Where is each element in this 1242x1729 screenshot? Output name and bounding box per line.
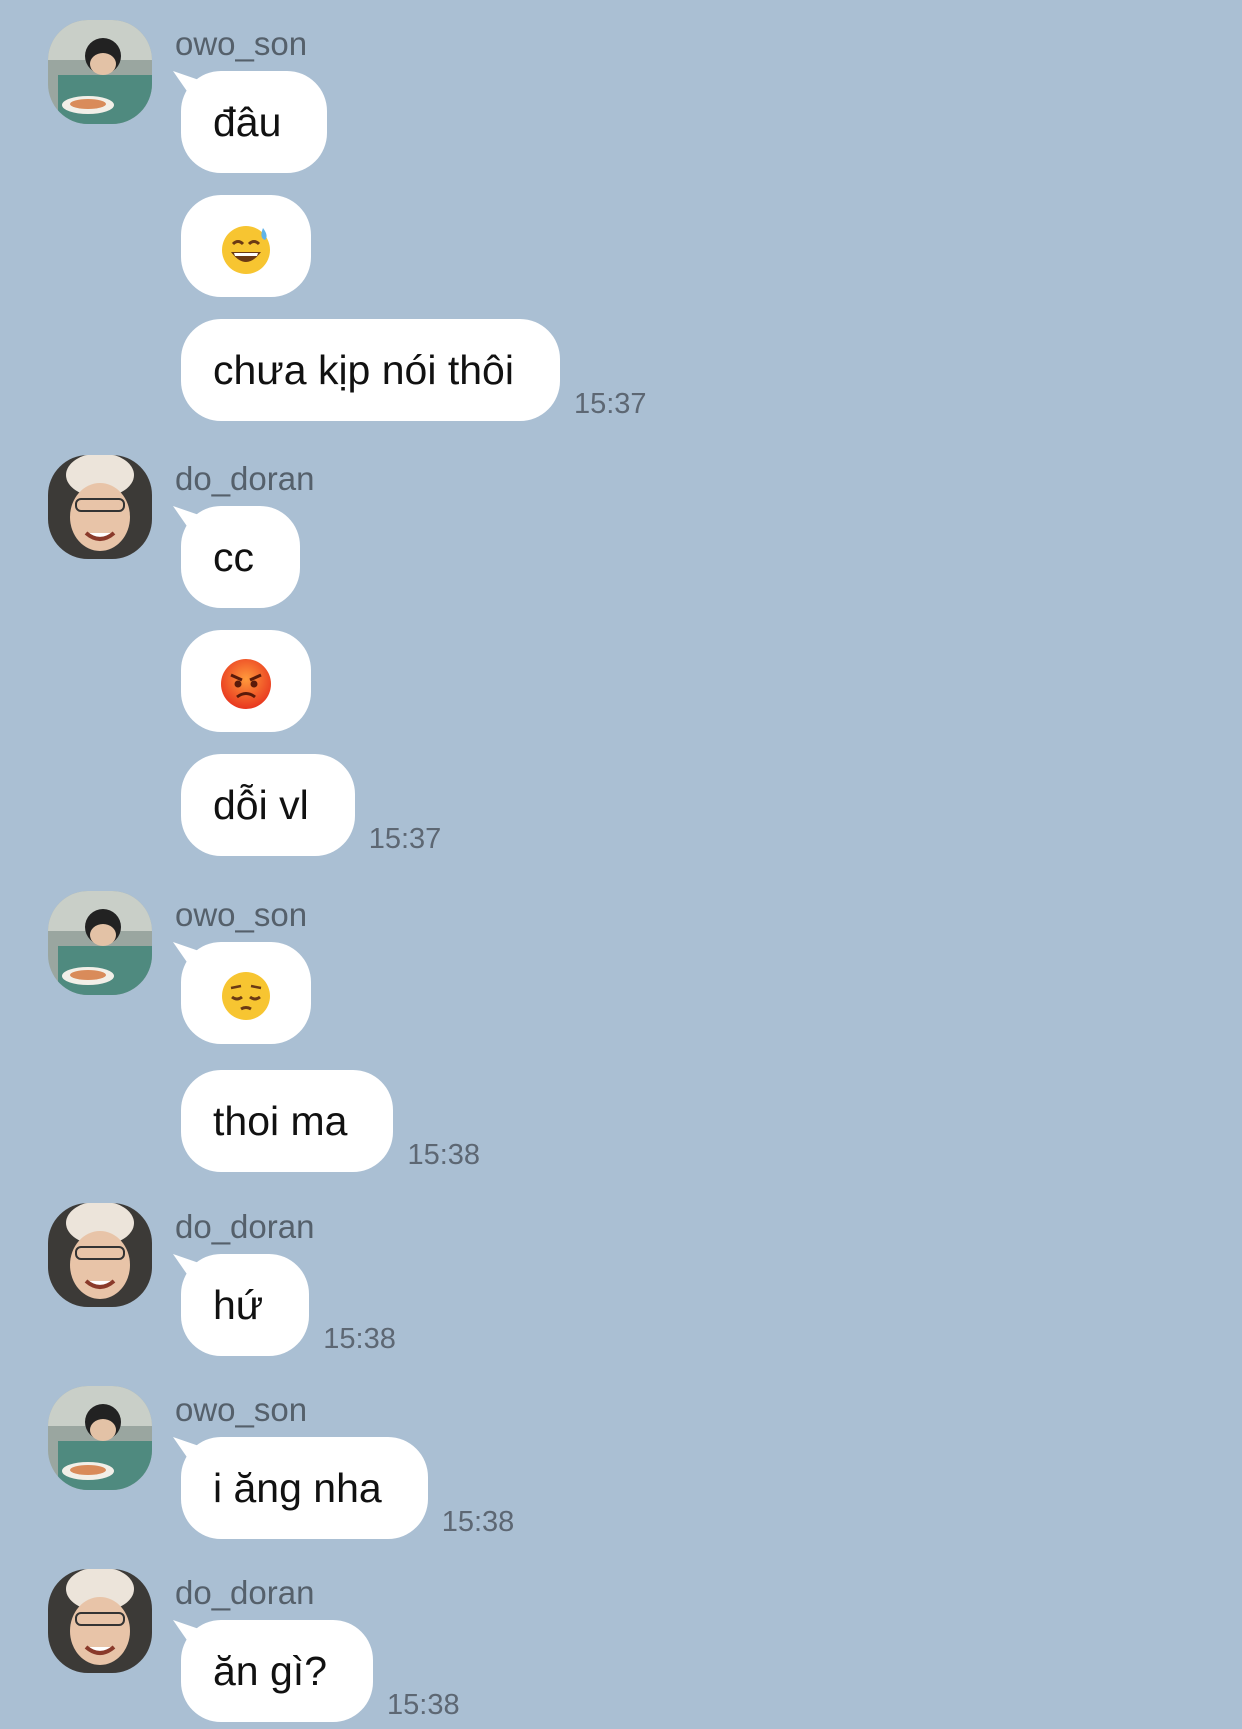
owo-son-avatar[interactable] [48, 1386, 152, 1490]
sender-name: do_doran [175, 1208, 315, 1245]
message-text: thoi ma [213, 1098, 348, 1144]
message-timestamp: 15:38 [323, 1323, 396, 1355]
message-text: chưa kịp nói thôi [213, 347, 514, 393]
message-timestamp: 15:38 [441, 1506, 515, 1538]
do-doran-avatar[interactable] [48, 455, 152, 559]
message-text: hứ [213, 1282, 264, 1328]
message-bubble[interactable] [173, 942, 311, 1044]
message-bubble[interactable]: chưa kịp nói thôi [181, 319, 560, 421]
owo-son-avatar[interactable] [48, 891, 152, 995]
message-text: i ăng nha [213, 1465, 382, 1511]
owo-son-avatar[interactable] [48, 20, 152, 124]
message-text: dỗi vl [213, 782, 309, 828]
message-row [181, 195, 311, 297]
bubble-tail [173, 1620, 203, 1646]
message-text: cc [213, 534, 254, 580]
bubble-tail [173, 1254, 203, 1280]
message-bubble[interactable] [181, 630, 311, 732]
message-row: chưa kịp nói thôi 15:37 [181, 319, 647, 421]
message-row: i ăng nha 15:38 [173, 1437, 515, 1539]
message-bubble[interactable] [181, 195, 311, 297]
message-timestamp: 15:38 [387, 1689, 460, 1721]
message-bubble[interactable]: i ăng nha [173, 1437, 428, 1539]
message-timestamp: 15:38 [407, 1139, 481, 1171]
angry-face-icon [221, 659, 271, 710]
message-bubble[interactable]: dỗi vl [181, 754, 355, 856]
sender-name: do_doran [175, 460, 315, 497]
message-timestamp: 15:37 [573, 388, 647, 420]
sender-name: do_doran [175, 1574, 315, 1611]
message-text: ăn gì? [213, 1648, 327, 1694]
do-doran-avatar[interactable] [48, 1569, 152, 1673]
chat-message-list[interactable]: owo_son đâu chưa kịp nói thôi 15:37 do_do… [0, 0, 1242, 1729]
message-bubble[interactable]: ăn gì? [173, 1620, 373, 1722]
sender-name: owo_son [175, 1391, 308, 1428]
message-row: dỗi vl 15:37 [181, 754, 441, 856]
message-bubble[interactable]: đâu [173, 71, 328, 173]
message-row: hứ 15:38 [173, 1254, 396, 1356]
message-bubble[interactable]: cc [173, 506, 300, 608]
message-row [173, 942, 311, 1044]
message-text: đâu [213, 99, 282, 145]
message-bubble[interactable]: thoi ma [181, 1070, 394, 1172]
bubble-tail [173, 1437, 203, 1463]
bubble-tail [173, 942, 203, 968]
message-bubble[interactable]: hứ [173, 1254, 310, 1356]
message-row: cc [173, 506, 300, 608]
pensive-face-icon [222, 972, 270, 1021]
sender-name: owo_son [175, 25, 308, 62]
sender-name: owo_son [175, 896, 308, 933]
message-timestamp: 15:37 [368, 823, 442, 855]
grinning-sweat-face-icon [222, 226, 270, 275]
message-row: đâu [173, 71, 328, 173]
message-row: thoi ma 15:38 [181, 1070, 480, 1172]
bubble-tail [173, 506, 203, 532]
message-row: ăn gì? 15:38 [173, 1620, 460, 1722]
bubble-tail [173, 71, 203, 97]
message-row [181, 630, 311, 732]
do-doran-avatar[interactable] [48, 1203, 152, 1307]
